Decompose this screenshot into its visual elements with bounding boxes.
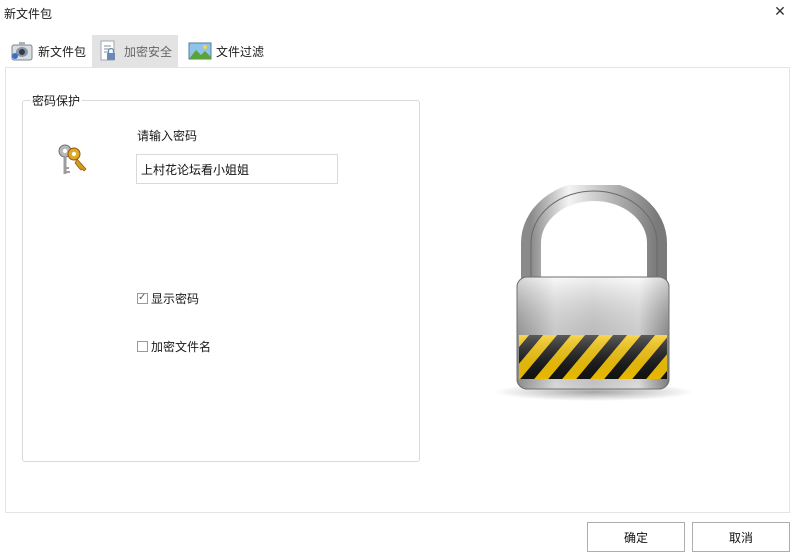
document-lock-icon: [96, 39, 120, 63]
checkmark-icon: ✓: [138, 292, 147, 303]
checkbox-label: 显示密码: [151, 292, 200, 306]
tab-new-package[interactable]: 新文件包: [6, 35, 90, 67]
tab-label: 新文件包: [38, 44, 87, 59]
checkbox-label: 加密文件名: [151, 340, 212, 354]
tab-label: 加密安全: [124, 44, 173, 59]
checkbox-box[interactable]: [137, 341, 148, 352]
window-title: 新文件包: [4, 7, 53, 21]
tab-file-filter[interactable]: 文件过滤: [184, 35, 268, 67]
cancel-button[interactable]: 取消: [692, 522, 790, 552]
package-icon: [10, 39, 34, 63]
checkbox-box[interactable]: ✓: [137, 292, 148, 304]
tab-encryption[interactable]: 加密安全: [92, 35, 178, 67]
show-password-checkbox[interactable]: ✓ 显示密码: [137, 290, 199, 307]
password-prompt-label: 请输入密码: [137, 129, 198, 143]
encrypt-filename-checkbox[interactable]: 加密文件名: [137, 338, 211, 355]
password-input[interactable]: [136, 154, 338, 184]
landscape-filter-icon: [188, 39, 212, 63]
ok-button[interactable]: 确定: [587, 522, 685, 552]
group-title: 密码保护: [30, 92, 83, 109]
close-icon[interactable]: ✕: [772, 4, 788, 20]
padlock-icon: [487, 181, 701, 405]
keys-icon: [54, 142, 90, 178]
title-bar: 新文件包 ✕: [0, 0, 800, 26]
tab-label: 文件过滤: [216, 44, 265, 59]
